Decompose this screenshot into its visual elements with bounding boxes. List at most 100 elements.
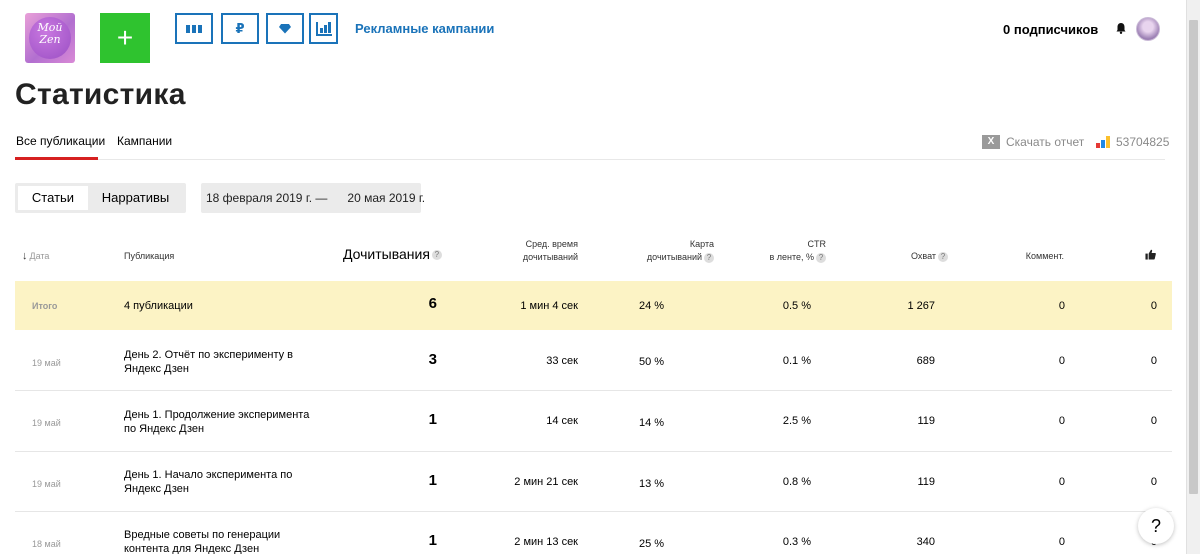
total-ctr: 0.5 %	[782, 300, 811, 312]
table-total-row: Итого 4 публикации 6 1 мин 4 сек 24 % 0.…	[15, 281, 1172, 330]
total-read-map: 24 %	[639, 300, 665, 312]
avatar[interactable]	[1136, 17, 1160, 41]
column-header-read-map-line2: дочитываний	[646, 252, 702, 262]
row-read-map: 13 %	[639, 478, 665, 490]
row-read-map: 14 %	[639, 417, 665, 429]
tabs-divider	[15, 159, 1165, 160]
content-type-switch[interactable]: Статьи Нарративы	[15, 183, 186, 213]
row-ctr: 2.5 %	[782, 415, 811, 427]
row-reads: 1	[428, 532, 437, 549]
row-likes: 0	[1150, 476, 1157, 488]
row-avg-time: 2 мин 13 сек	[514, 536, 578, 548]
column-header-date-label: Дата	[29, 251, 50, 261]
table-row[interactable]: 18 май Вредные советы по генерации конте…	[15, 512, 1172, 554]
subscribers-count[interactable]: 0 подписчиков	[1003, 22, 1098, 37]
row-reach: 689	[916, 355, 935, 367]
total-likes: 0	[1150, 300, 1157, 312]
bell-icon[interactable]	[1115, 22, 1127, 34]
segment-narratives[interactable]: Нарративы	[88, 186, 183, 210]
help-icon[interactable]: ?	[704, 252, 714, 263]
total-label: Итого	[32, 301, 58, 311]
column-header-avg-time[interactable]: Сред. время дочитываний	[500, 238, 578, 264]
ad-campaigns-link[interactable]: Рекламные кампании	[355, 21, 494, 36]
row-reach: 119	[917, 476, 935, 488]
download-report-link[interactable]: X Скачать отчет	[982, 135, 1084, 149]
row-reach: 119	[917, 415, 935, 427]
download-report-label: Скачать отчет	[1006, 135, 1085, 149]
diamond-icon	[279, 23, 291, 34]
row-avg-time: 14 сек	[546, 415, 578, 427]
row-avg-time: 2 мин 21 сек	[514, 476, 578, 488]
column-header-comments[interactable]: Коммент.	[1000, 250, 1064, 263]
bars-icon	[186, 24, 202, 33]
tab-campaigns[interactable]: Кампании	[117, 134, 172, 148]
help-icon[interactable]: ?	[816, 252, 826, 263]
table-row[interactable]: 19 май День 2. Отчёт по эксперименту в Я…	[15, 331, 1172, 391]
ruble-icon: ₽	[235, 20, 245, 36]
row-reads: 1	[428, 472, 437, 489]
chart-icon	[315, 21, 332, 36]
scrollbar[interactable]	[1186, 0, 1200, 554]
segment-articles[interactable]: Статьи	[18, 186, 88, 210]
total-comments: 0	[1058, 300, 1065, 312]
logo[interactable]: Мой Zen	[25, 13, 75, 63]
column-header-reach-label: Охват	[910, 251, 936, 261]
counter-id: 53704825	[1116, 135, 1170, 149]
row-ctr: 0.8 %	[782, 476, 811, 488]
page-title: Статистика	[15, 78, 186, 111]
row-comments: 0	[1058, 415, 1065, 427]
tool-button-stats[interactable]	[175, 13, 213, 44]
row-ctr: 0.3 %	[782, 536, 811, 548]
column-header-ctr-line1: CTR	[807, 239, 827, 249]
metrika-counter[interactable]: 53704825	[1096, 135, 1169, 149]
date-range-picker[interactable]: 18 февраля 2019 г. — 20 мая 2019 г.	[201, 183, 425, 213]
column-header-avg-time-line1: Сред. время	[525, 239, 578, 249]
scrollbar-thumb[interactable]	[1189, 20, 1198, 494]
column-header-ctr-line2: в ленте, %	[769, 252, 814, 262]
table-row[interactable]: 19 май День 1. Начало эксперимента по Ян…	[15, 452, 1172, 512]
tool-button-money[interactable]: ₽	[221, 13, 259, 44]
active-tab-indicator	[15, 157, 98, 160]
row-reads: 1	[428, 411, 437, 428]
logo-text: Мой Zen	[25, 22, 75, 46]
table-row[interactable]: 19 май День 1. Продолжение эксперимента …	[15, 391, 1172, 452]
add-icon: +	[116, 22, 134, 53]
row-date: 19 май	[32, 358, 61, 368]
column-header-read-map[interactable]: Карта дочитываний?	[620, 238, 714, 264]
row-date: 18 май	[32, 539, 61, 549]
row-comments: 0	[1058, 536, 1065, 548]
row-date: 19 май	[32, 479, 61, 489]
tab-all-publications[interactable]: Все публикации	[16, 134, 105, 148]
thumbs-up-icon	[1145, 249, 1156, 260]
row-ctr: 0.1 %	[782, 355, 811, 367]
column-header-reads[interactable]: Дочитывания?	[343, 246, 442, 262]
add-button[interactable]: +	[100, 13, 150, 63]
column-header-read-map-line1: Карта	[689, 239, 714, 249]
column-header-ctr[interactable]: CTR в ленте, %?	[740, 238, 826, 264]
tool-button-statistics[interactable]	[309, 13, 338, 44]
row-likes: 0	[1150, 415, 1157, 427]
row-publication-title[interactable]: Вредные советы по генерации контента для…	[124, 528, 314, 554]
row-read-map: 25 %	[639, 538, 665, 550]
column-header-likes[interactable]	[1145, 249, 1156, 260]
tool-button-premium[interactable]	[266, 13, 304, 44]
excel-icon: X	[982, 135, 1000, 149]
column-header-avg-time-line2: дочитываний	[522, 252, 578, 262]
row-publication-title[interactable]: День 1. Продолжение эксперимента по Янде…	[124, 408, 314, 436]
logo-text-line2: Zen	[39, 33, 61, 46]
help-button[interactable]: ?	[1138, 508, 1174, 544]
help-icon[interactable]: ?	[938, 251, 948, 262]
row-reads: 3	[428, 351, 437, 368]
column-header-publication: Публикация	[124, 251, 175, 261]
row-publication-title[interactable]: День 1. Начало эксперимента по Яндекс Дз…	[124, 468, 314, 496]
row-avg-time: 33 сек	[546, 355, 578, 367]
help-icon[interactable]: ?	[431, 250, 442, 261]
row-comments: 0	[1058, 476, 1065, 488]
column-header-reads-label: Дочитывания	[343, 246, 430, 262]
row-publication-title[interactable]: День 2. Отчёт по эксперименту в Яндекс Д…	[124, 348, 314, 376]
column-header-date[interactable]: ↓ Дата	[22, 250, 49, 263]
row-date: 19 май	[32, 418, 61, 428]
sort-arrow-icon: ↓	[22, 250, 28, 262]
column-header-reach[interactable]: Охват?	[880, 250, 948, 263]
row-read-map: 50 %	[639, 356, 665, 368]
